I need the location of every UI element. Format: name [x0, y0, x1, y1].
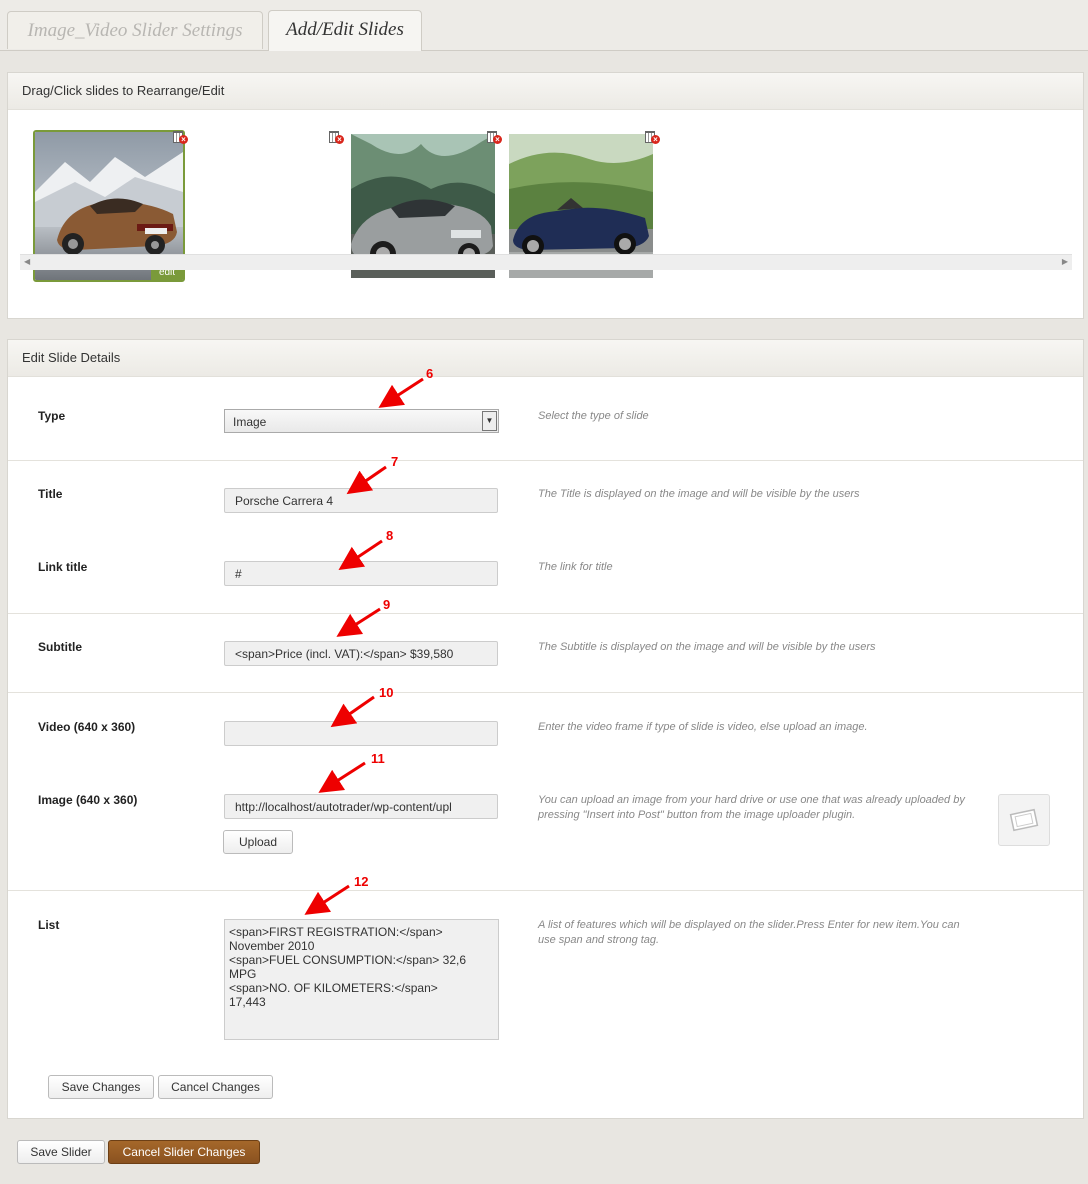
edit-details-title: Edit Slide Details — [8, 340, 1083, 377]
list-label: List — [38, 918, 60, 932]
slides-horizontal-scrollbar[interactable]: ◀ ▶ — [20, 254, 1072, 270]
list-help: A list of features which will be display… — [538, 919, 960, 946]
divider — [8, 613, 1083, 614]
slides-panel-title: Drag/Click slides to Rearrange/Edit — [8, 73, 1083, 110]
edit-details-panel: Edit Slide Details Type Image ▼ Select t… — [7, 339, 1084, 1119]
annotation-marker: 11 — [371, 751, 385, 766]
divider — [8, 890, 1083, 891]
subtitle-label: Subtitle — [38, 640, 82, 654]
subtitle-help: The Subtitle is displayed on the image a… — [538, 641, 876, 653]
type-select-value: Image — [233, 415, 267, 429]
slides-panel: Drag/Click slides to Rearrange/Edit edit… — [7, 72, 1084, 319]
type-help: Select the type of slide — [538, 410, 649, 422]
title-input[interactable]: Porsche Carrera 4 — [224, 488, 498, 513]
annotation-marker: 7 — [391, 454, 399, 469]
scroll-left-icon[interactable]: ◀ — [24, 257, 30, 266]
annotation-marker: 12 — [354, 874, 369, 889]
type-label: Type — [38, 409, 66, 423]
cancel-slider-changes-button[interactable]: Cancel Slider Changes — [108, 1140, 260, 1164]
divider — [8, 460, 1083, 461]
image-help: You can upload an image from your hard d… — [538, 794, 965, 821]
delete-slide-icon[interactable]: × — [486, 128, 502, 144]
save-changes-button[interactable]: Save Changes — [48, 1075, 154, 1099]
link-title-help: The link for title — [538, 561, 613, 573]
title-help: The Title is displayed on the image and … — [538, 488, 860, 500]
delete-slide-icon[interactable]: × — [644, 128, 660, 144]
type-select[interactable]: Image ▼ — [224, 409, 499, 433]
subtitle-input[interactable]: <span>Price (incl. VAT):</span> $39,580 — [224, 641, 498, 666]
title-label: Title — [38, 487, 63, 501]
annotation-marker: 10 — [379, 685, 394, 700]
annotation-marker: 8 — [386, 528, 394, 543]
video-label: Video (640 x 360) — [38, 720, 136, 734]
save-slider-button[interactable]: Save Slider — [17, 1140, 105, 1164]
list-textarea[interactable]: <span>FIRST REGISTRATION:</span> Novembe… — [224, 919, 499, 1040]
annotation-marker: 6 — [426, 366, 434, 381]
image-preview-icon — [998, 794, 1050, 846]
delete-slide-icon[interactable]: × — [328, 128, 344, 144]
annotation-marker: 9 — [383, 597, 391, 612]
scroll-right-icon[interactable]: ▶ — [1062, 257, 1068, 266]
divider — [8, 692, 1083, 693]
link-title-label: Link title — [38, 560, 88, 574]
tab-bar: Image_Video Slider Settings Add/Edit Sli… — [0, 0, 1088, 51]
link-title-input[interactable]: # — [224, 561, 498, 586]
image-url-input[interactable]: http://localhost/autotrader/wp-content/u… — [224, 794, 498, 819]
video-input[interactable] — [224, 721, 498, 746]
video-help: Enter the video frame if type of slide i… — [538, 721, 868, 733]
chevron-down-icon[interactable]: ▼ — [482, 411, 497, 431]
upload-button[interactable]: Upload — [223, 830, 293, 854]
delete-slide-icon[interactable]: × — [172, 128, 188, 144]
tab-slider-settings[interactable]: Image_Video Slider Settings — [7, 11, 263, 49]
tab-add-edit-slides[interactable]: Add/Edit Slides — [268, 10, 422, 51]
cancel-changes-button[interactable]: Cancel Changes — [158, 1075, 273, 1099]
image-label: Image (640 x 360) — [38, 793, 138, 807]
